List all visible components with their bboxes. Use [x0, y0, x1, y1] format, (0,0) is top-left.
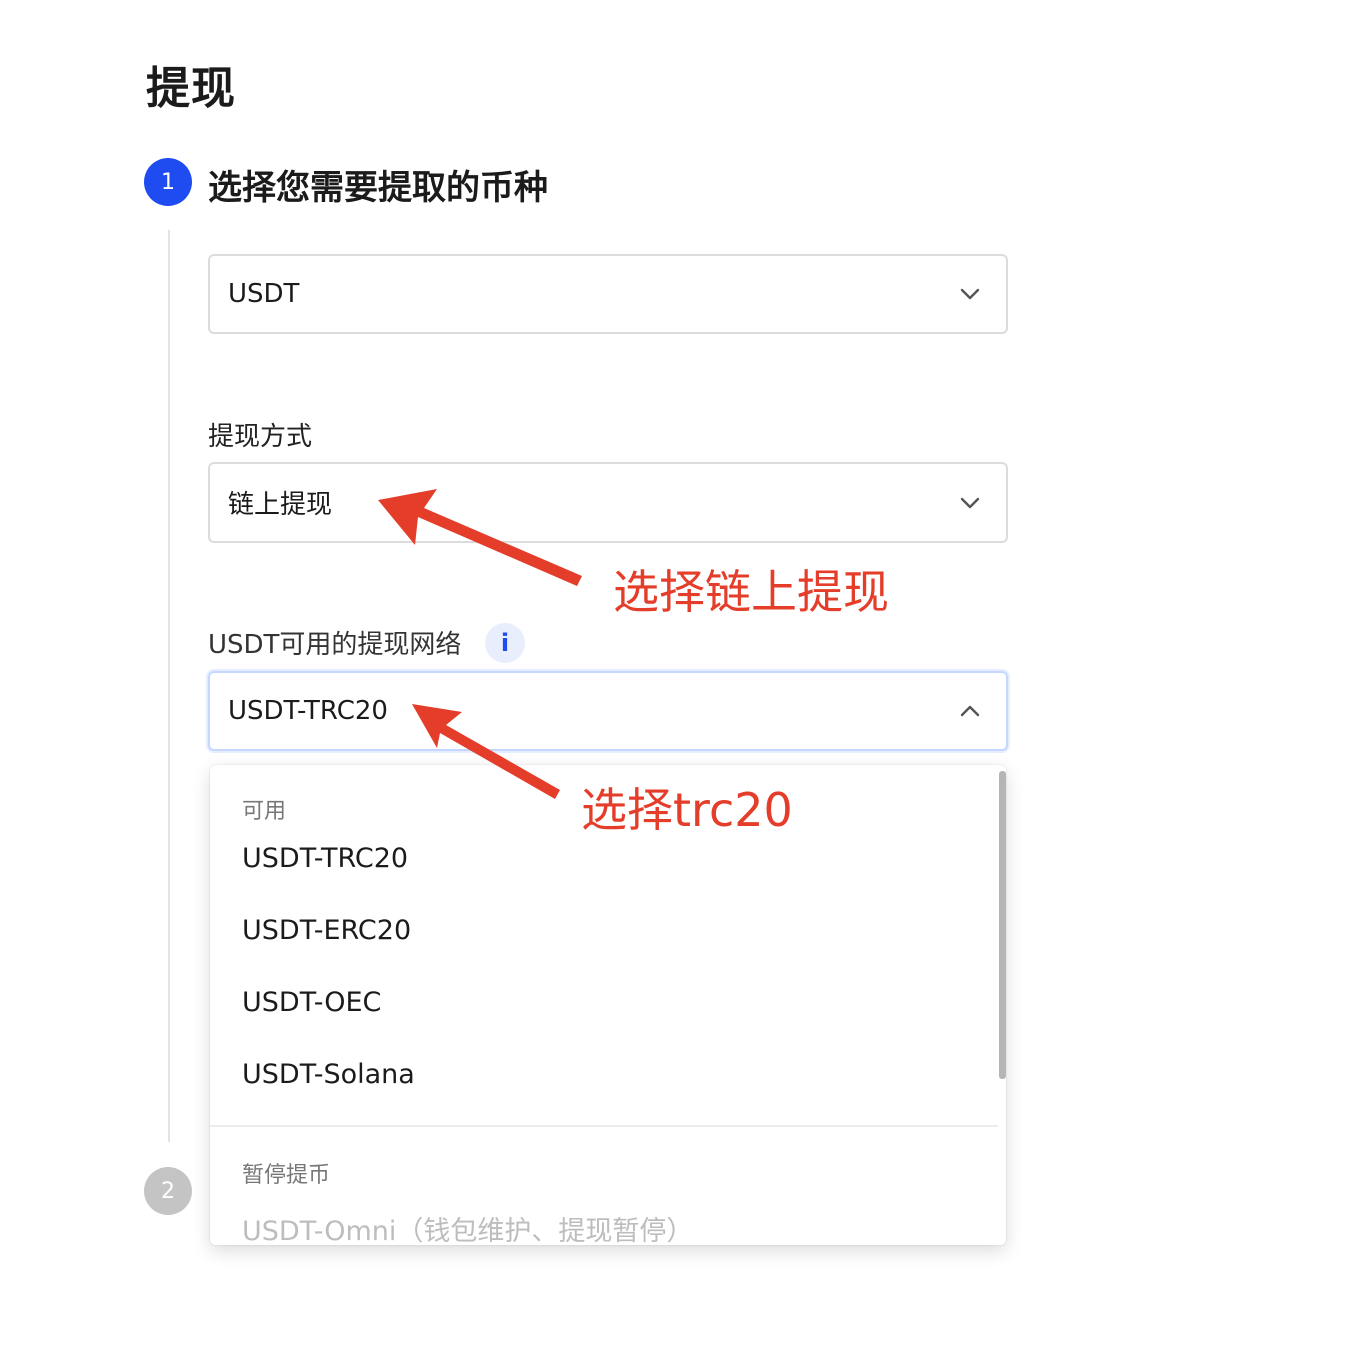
page-title: 提现 — [146, 63, 236, 114]
step-1-title: 选择您需要提取的币种 — [208, 168, 548, 208]
chevron-down-icon — [952, 276, 988, 312]
dropdown-option[interactable]: USDT-ERC20 — [242, 915, 411, 946]
dropdown-scrollbar[interactable] — [999, 771, 1006, 1079]
step-connector-line — [168, 230, 170, 1142]
method-select[interactable]: 链上提现 — [208, 462, 1008, 543]
info-icon[interactable]: i — [485, 623, 525, 663]
step-2-indicator: 2 — [144, 1167, 192, 1215]
dropdown-group-available: 可用 — [242, 799, 287, 824]
step-1-indicator: 1 — [144, 158, 192, 206]
annotation-method-hint: 选择链上提现 — [613, 565, 889, 619]
dropdown-option-disabled: USDT-Omni（钱包维护、提现暂停） — [242, 1216, 694, 1245]
network-select[interactable]: USDT-TRC20 — [208, 671, 1008, 751]
coin-select[interactable]: USDT — [208, 254, 1008, 334]
dropdown-divider — [210, 1125, 998, 1127]
dropdown-option[interactable]: USDT-TRC20 — [242, 843, 408, 874]
chevron-down-icon — [952, 485, 988, 521]
chevron-up-icon — [952, 693, 988, 729]
dropdown-option[interactable]: USDT-OEC — [242, 987, 381, 1018]
method-label: 提现方式 — [208, 422, 313, 452]
network-label: USDT可用的提现网络 — [208, 630, 462, 660]
coin-select-value: USDT — [228, 279, 300, 309]
dropdown-group-paused: 暂停提币 — [242, 1163, 331, 1188]
dropdown-option[interactable]: USDT-Solana — [242, 1059, 415, 1090]
method-select-value: 链上提现 — [228, 490, 333, 520]
annotation-network-hint: 选择trc20 — [581, 783, 793, 837]
network-select-value: USDT-TRC20 — [228, 696, 388, 726]
